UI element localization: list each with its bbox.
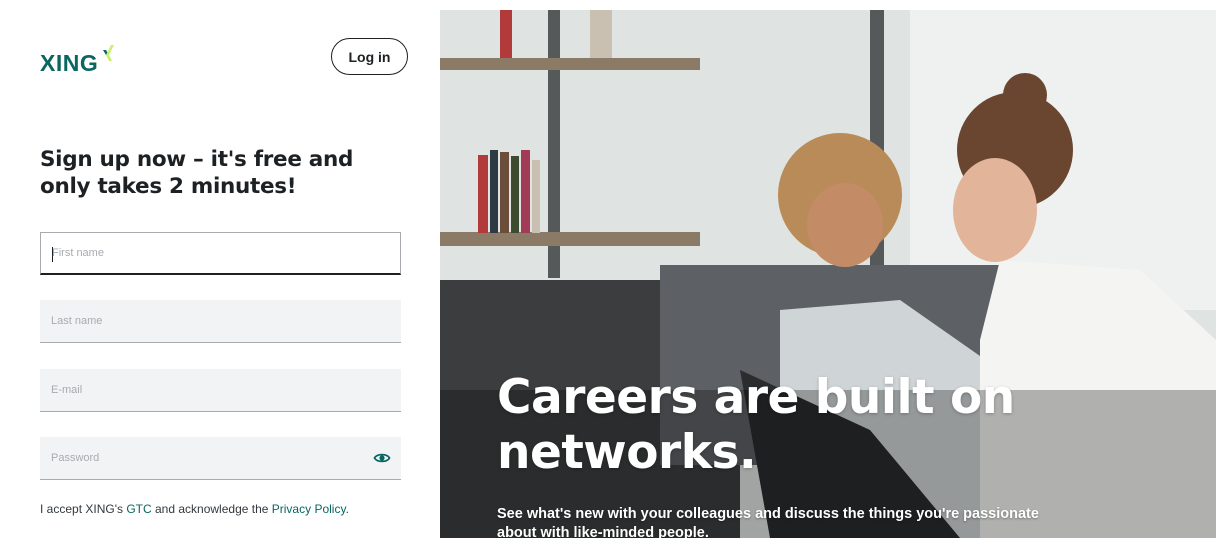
email-input[interactable]: [40, 369, 401, 411]
email-field[interactable]: [40, 369, 401, 412]
signup-headline: Sign up now – it's free and only takes 2…: [40, 147, 354, 199]
login-button[interactable]: Log in: [331, 38, 408, 75]
hero-title: Careers are built on networks.: [497, 370, 1015, 480]
privacy-policy-link[interactable]: Privacy Policy: [272, 502, 346, 516]
hero-image: Careers are built on networks. See what'…: [440, 10, 1216, 538]
logo-text: XING: [40, 50, 99, 76]
hero-subtitle: See what's new with your colleagues and …: [497, 506, 1039, 538]
first-name-input[interactable]: [41, 233, 400, 273]
eye-icon[interactable]: [373, 449, 391, 467]
xing-logo-icon: [102, 44, 118, 67]
gtc-link[interactable]: GTC: [126, 502, 151, 516]
last-name-field[interactable]: [40, 300, 401, 343]
first-name-field[interactable]: [40, 232, 401, 275]
signup-panel: XING Log in Sign up now – it's free and …: [0, 10, 440, 538]
legal-text: I accept XING's GTC and acknowledge the …: [40, 502, 349, 516]
top-border: [0, 0, 1216, 10]
last-name-input[interactable]: [40, 300, 401, 342]
xing-logo[interactable]: XING: [40, 45, 118, 78]
legal-middle: and acknowledge the: [151, 502, 272, 516]
password-field[interactable]: [40, 437, 401, 480]
legal-suffix: .: [345, 502, 349, 516]
password-input[interactable]: [40, 437, 401, 479]
text-caret: [52, 247, 53, 262]
legal-prefix: I accept XING's: [40, 502, 127, 516]
